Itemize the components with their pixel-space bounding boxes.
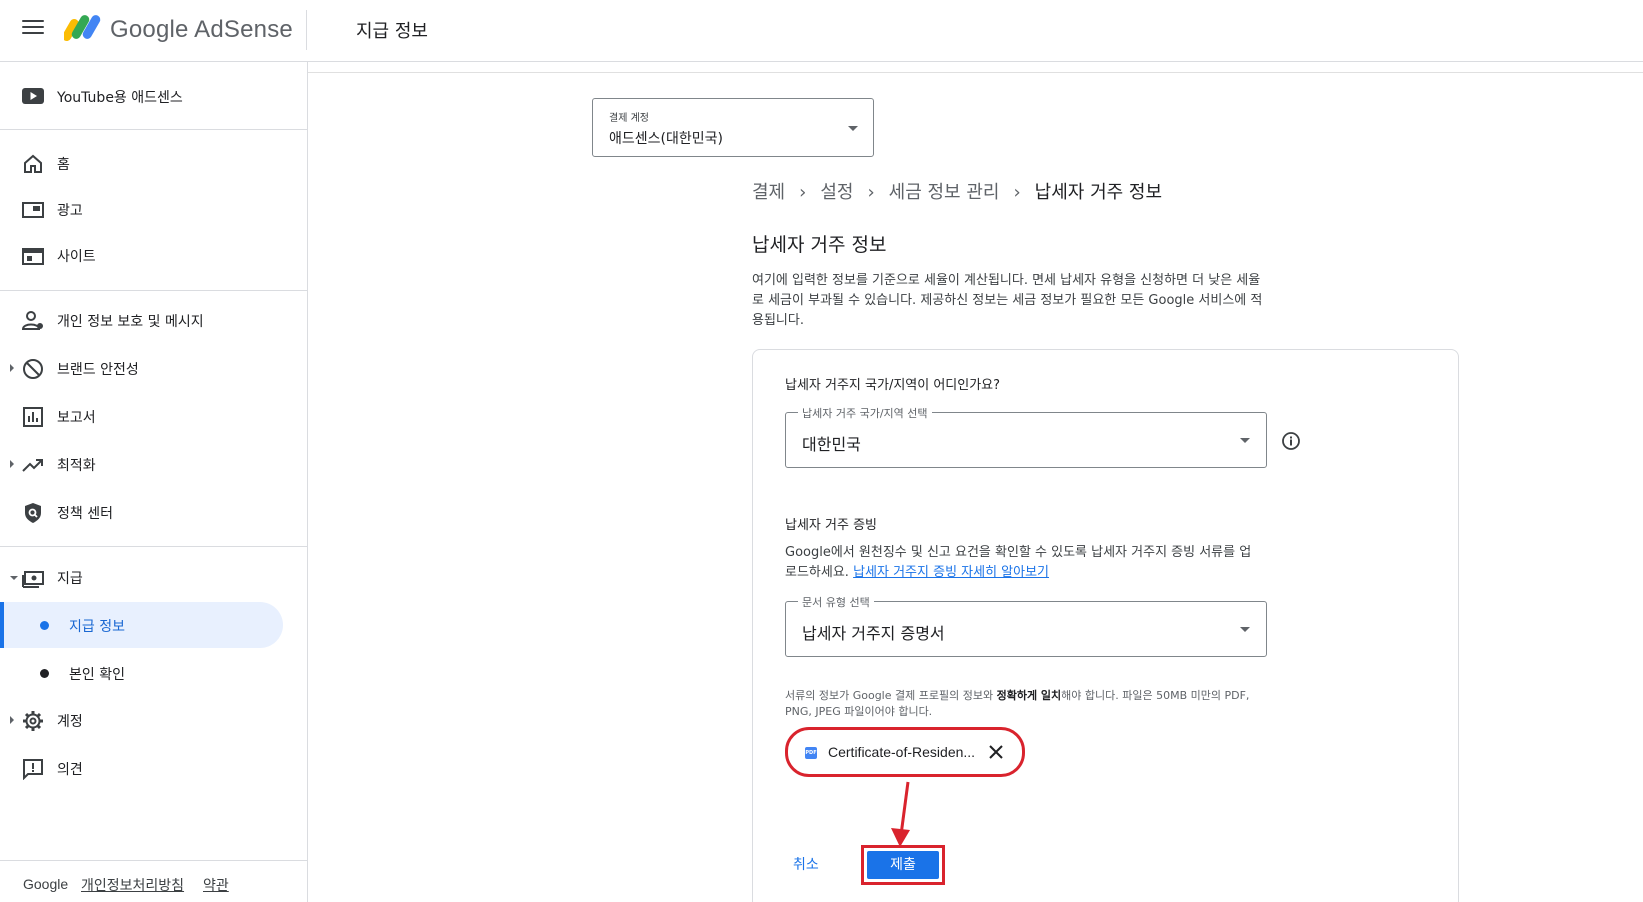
reports-icon [23,407,43,427]
bullet-icon [40,621,49,630]
breadcrumb: 결제 › 설정 › 세금 정보 관리 › 납세자 거주 정보 [752,178,1162,204]
bullet-icon [40,669,49,678]
sidebar-item-privacy-messaging[interactable]: 개인 정보 보호 및 메시지 [0,298,290,344]
page-title: 지급 정보 [356,21,428,42]
billing-account-label: 결제 계정 [609,113,649,124]
sidebar-item-home[interactable]: 홈 [0,141,290,187]
dropdown-arrow-icon [1240,438,1250,443]
chevron-right-icon: › [1013,182,1021,203]
note-emphasis: 정확하게 일치 [996,689,1062,702]
sidebar-item-payments[interactable]: 지급 [0,555,290,601]
tax-residency-card: 납세자 거주지 국가/지역이 어디인가요? 납세자 거주 국가/지역 선택 대한… [752,349,1459,902]
sidebar-item-label: 보고서 [57,410,96,426]
proof-description: Google에서 원천징수 및 신고 요건을 확인할 수 있도록 납세자 거주지… [785,543,1255,583]
breadcrumb-item-tax-info[interactable]: 세금 정보 관리 [889,182,1000,203]
submit-button[interactable]: 제출 [867,851,939,879]
sidebar-item-feedback[interactable]: 의견 [0,746,290,792]
chevron-right-icon: › [867,182,875,203]
annotation-arrow-icon [891,781,910,847]
sidebar-divider [0,546,307,547]
sidebar-item-label: 개인 정보 보호 및 메시지 [57,314,204,330]
sidebar-item-label: YouTube용 애드센스 [57,90,183,106]
info-icon[interactable] [1281,431,1301,451]
billing-account-select[interactable]: 결제 계정 애드센스(대한민국) [592,98,874,157]
sidebar-subitem-label: 본인 확인 [69,667,125,683]
sidebar-footer: Google 개인정보처리방침 약관 [0,860,307,902]
breadcrumb-item-current: 납세자 거주 정보 [1034,182,1163,203]
hamburger-menu-icon[interactable] [22,20,44,40]
sidebar-item-label: 의견 [57,762,83,778]
ads-icon [22,202,44,218]
privacy-policy-link[interactable]: 개인정보처리방침 [81,875,184,895]
billing-account-value: 애드센스(대한민국) [609,131,723,147]
footer-google: Google [23,876,69,892]
document-type-value: 납세자 거주지 증명서 [802,624,945,643]
sidebar-item-label: 지급 [57,571,83,587]
sidebar-item-label: 브랜드 안전성 [57,362,139,378]
terms-link[interactable]: 약관 [203,875,229,895]
sidebar-subitem-identity-verification[interactable]: 본인 확인 [0,650,283,696]
document-type-label: 문서 유형 선택 [798,594,874,610]
dropdown-arrow-icon [1240,627,1250,632]
breadcrumb-item-settings[interactable]: 설정 [820,182,853,203]
country-select[interactable]: 납세자 거주 국가/지역 선택 대한민국 [785,405,1267,468]
sidebar-item-label: 사이트 [57,249,96,265]
home-icon [24,154,42,173]
upload-requirements-note: 서류의 정보가 Google 결제 프로필의 정보와 정확하게 일치해야 합니다… [785,688,1265,720]
sidebar-item-sites[interactable]: 사이트 [0,233,290,279]
content-top-divider [308,72,1643,73]
expand-caret-icon[interactable] [10,716,14,724]
pdf-file-icon: PDF [805,747,817,759]
sidebar-item-label: 정책 센터 [57,506,113,522]
sidebar: YouTube용 애드센스 홈 광고 사이트 개인 정보 보호 및 메시지 브랜… [0,62,308,902]
sidebar-item-account[interactable]: 계정 [0,698,290,744]
section-description: 여기에 입력한 정보를 기준으로 세율이 계산됩니다. 면세 납세자 유형을 신… [752,273,1263,328]
proof-learn-more-link[interactable]: 납세자 거주지 증빙 자세히 알아보기 [853,565,1049,580]
expand-caret-icon[interactable] [10,364,14,372]
collapse-caret-icon[interactable] [10,576,18,580]
youtube-icon [22,88,44,104]
sidebar-divider [0,290,307,291]
note-prefix: 서류의 정보가 Google 결제 프로필의 정보와 [785,689,997,702]
remove-file-close-icon[interactable] [986,742,1006,762]
uploaded-file-name: Certificate-of-Residen... [828,744,976,760]
sidebar-item-policy-center[interactable]: 정책 센터 [0,490,290,536]
trending-icon [22,459,43,472]
section-title: 납세자 거주 정보 [752,234,887,256]
sidebar-item-ads[interactable]: 광고 [0,187,290,233]
sidebar-subitem-label: 지급 정보 [69,619,125,635]
sidebar-item-reports[interactable]: 보고서 [0,394,290,440]
sidebar-subitem-payment-info[interactable]: 지급 정보 [0,602,283,648]
gear-icon [23,711,43,731]
privacy-messaging-icon [22,311,43,330]
sidebar-item-brand-safety[interactable]: 브랜드 안전성 [0,346,290,392]
block-icon [23,359,43,379]
country-select-value: 대한민국 [802,435,861,454]
payments-icon [22,571,44,588]
sidebar-item-label: 계정 [57,714,83,730]
policy-shield-icon [25,503,41,523]
cancel-button[interactable]: 취소 [793,854,819,874]
chevron-right-icon: › [799,182,807,203]
adsense-logo-icon [64,15,101,41]
feedback-icon [23,759,43,780]
header-divider [306,10,307,50]
country-select-label: 납세자 거주 국가/지역 선택 [798,405,932,421]
proof-heading: 납세자 거주 증빙 [785,518,877,533]
uploaded-file-chip: PDF Certificate-of-Residen... [785,727,1025,777]
sidebar-item-optimization[interactable]: 최적화 [0,442,290,488]
breadcrumb-item-billing[interactable]: 결제 [752,182,785,203]
sidebar-item-youtube[interactable]: YouTube용 애드센스 [0,62,307,130]
expand-caret-icon[interactable] [10,460,14,468]
residency-question: 납세자 거주지 국가/지역이 어디인가요? [785,378,1001,393]
dropdown-arrow-icon [848,126,858,131]
sidebar-item-label: 홈 [57,157,70,173]
sidebar-item-label: 광고 [57,203,83,219]
submit-highlight-box: 제출 [861,845,945,885]
sites-icon [22,248,44,265]
document-type-select[interactable]: 문서 유형 선택 납세자 거주지 증명서 [785,594,1267,657]
sidebar-item-label: 최적화 [57,458,96,474]
brand-name: Google AdSense [110,16,293,43]
app-header: Google AdSense 지급 정보 [0,0,1643,62]
